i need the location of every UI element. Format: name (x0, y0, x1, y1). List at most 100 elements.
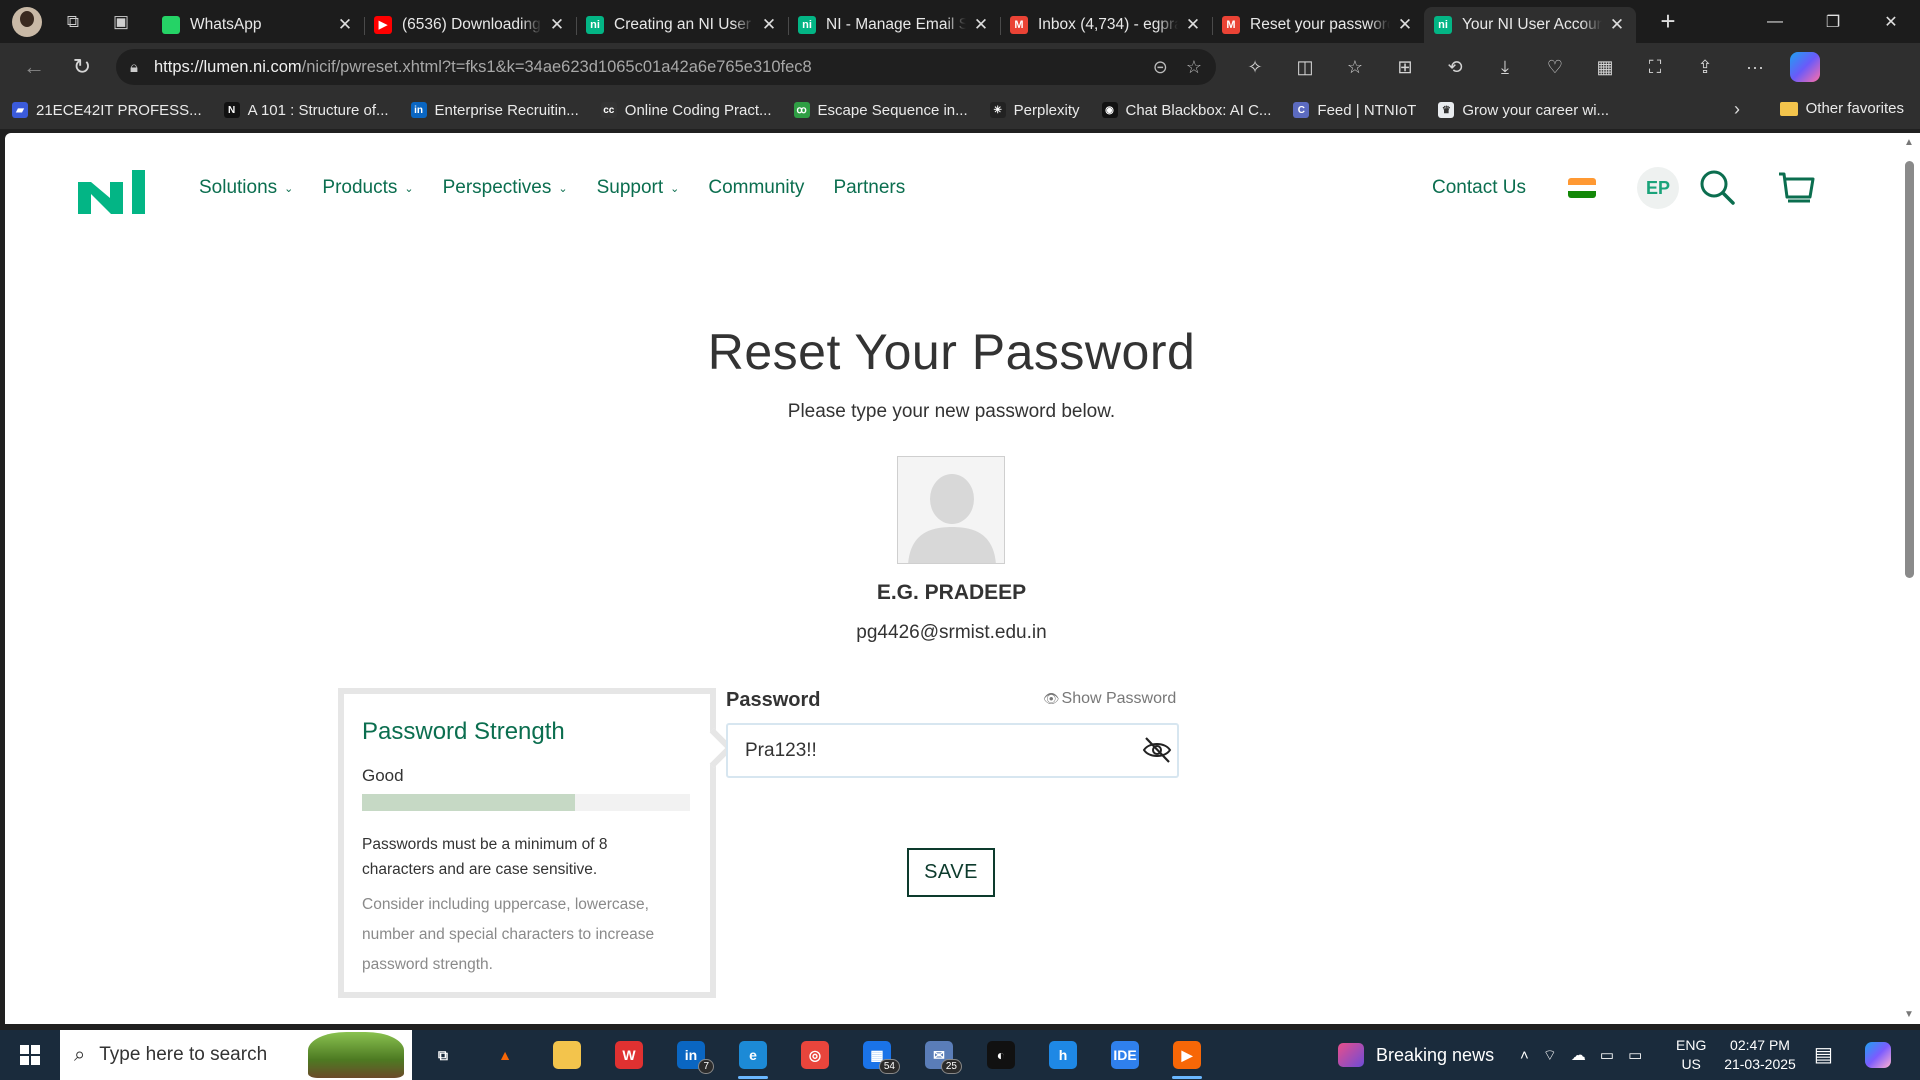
close-window-button[interactable]: ✕ (1862, 0, 1920, 43)
favorite-star-icon[interactable]: ☆ (1186, 57, 1202, 78)
strength-meter-fill (362, 794, 576, 811)
extensions-icon[interactable]: ✧ (1230, 49, 1280, 85)
search-icon[interactable] (1697, 167, 1737, 207)
downloads-icon[interactable]: ⤓ (1480, 49, 1530, 85)
copilot-taskbar-icon[interactable] (1865, 1042, 1891, 1068)
scrollbar-thumb[interactable] (1905, 161, 1914, 578)
scroll-down-arrow-icon[interactable]: ▼ (1904, 1009, 1914, 1020)
taskbar-app[interactable]: e (722, 1030, 784, 1080)
favorite-link[interactable]: ꝏ Escape Sequence in... (793, 102, 968, 119)
hackerrank-icon: h (1049, 1041, 1077, 1069)
taskbar-app[interactable] (536, 1030, 598, 1080)
copilot-icon[interactable] (1790, 52, 1820, 82)
favorite-link[interactable]: ♛ Grow your career wi... (1438, 102, 1609, 119)
account-avatar[interactable]: EP (1637, 167, 1679, 209)
taskbar-app[interactable]: ✉ 25 (908, 1030, 970, 1080)
minimize-button[interactable]: — (1746, 0, 1804, 43)
vertical-tabs-icon[interactable]: ▣ (104, 7, 138, 37)
taskbar-app[interactable]: W (598, 1030, 660, 1080)
taskbar-app[interactable]: in 7 (660, 1030, 722, 1080)
onedrive-icon[interactable]: ☁ (1571, 1046, 1586, 1064)
close-tab-icon[interactable]: ✕ (1184, 15, 1202, 35)
india-flag-icon[interactable] (1568, 178, 1596, 198)
favorite-link[interactable]: C Feed | NTNIoT (1293, 102, 1416, 119)
page-scrollbar[interactable]: ▲ ▼ (1898, 133, 1920, 1024)
taskbar-app[interactable]: ◐ (970, 1030, 1032, 1080)
close-tab-icon[interactable]: ✕ (972, 15, 990, 35)
clock[interactable]: 02:47 PM 21-03-2025 (1718, 1036, 1802, 1074)
nav-item[interactable]: Partners (833, 177, 905, 199)
collections-icon[interactable]: ⊞ (1380, 49, 1430, 85)
taskbar-app[interactable]: ▦ 54 (846, 1030, 908, 1080)
taskbar-app[interactable]: IDE (1094, 1030, 1156, 1080)
chevron-right-icon[interactable]: › (1734, 99, 1740, 120)
favorite-link[interactable]: ◉ Chat Blackbox: AI C... (1101, 102, 1271, 119)
back-button[interactable]: ← (14, 47, 54, 87)
taskbar-search-box[interactable]: ⌕ Type here to search (60, 1030, 412, 1080)
chevron-up-icon[interactable]: ˄ (1520, 1047, 1529, 1064)
battery-icon[interactable]: ▭ (1628, 1046, 1642, 1064)
more-menu-icon[interactable]: ··· (1730, 49, 1780, 85)
browser-tab[interactable]: WhatsApp ✕ (152, 7, 364, 43)
taskbar-app[interactable]: ▲ (474, 1030, 536, 1080)
close-tab-icon[interactable]: ✕ (548, 15, 566, 35)
favorite-link[interactable]: cc Online Coding Pract... (600, 102, 772, 119)
apps-icon[interactable]: ▦ (1580, 49, 1630, 85)
history-icon[interactable]: ⟲ (1430, 49, 1480, 85)
password-input[interactable] (726, 723, 1179, 778)
address-bar[interactable]: 🔒︎ https://lumen.ni.com/nicif/pwreset.xh… (116, 49, 1216, 85)
nav-item[interactable]: Support ⌄ (597, 177, 680, 199)
reload-button[interactable]: ↻ (62, 47, 102, 87)
browser-tab[interactable]: ni NI - Manage Email S ✕ (788, 7, 1000, 43)
workspaces-icon[interactable]: ⧉ (56, 7, 90, 37)
browser-tab[interactable]: ▶ (6536) Downloading ✕ (364, 7, 576, 43)
windows-start-button[interactable] (0, 1030, 60, 1080)
taskbar-app[interactable]: ▶ (1156, 1030, 1218, 1080)
browser-tab[interactable]: ni Your NI User Accoun ✕ (1424, 6, 1636, 43)
cart-icon[interactable] (1776, 167, 1816, 207)
new-tab-button[interactable]: + (1648, 6, 1688, 37)
favorite-link[interactable]: in Enterprise Recruitin... (410, 102, 579, 119)
edge-icon: e (739, 1041, 767, 1069)
nav-item[interactable]: Community (708, 177, 804, 199)
close-tab-icon[interactable]: ✕ (1396, 15, 1414, 35)
wifi-icon[interactable]: ⌔ (1543, 1046, 1557, 1065)
browser-tab[interactable]: ni Creating an NI User A ✕ (576, 7, 788, 43)
split-screen-icon[interactable]: ◫ (1280, 49, 1330, 85)
favorite-link[interactable]: N A 101 : Structure of... (223, 102, 389, 119)
close-tab-icon[interactable]: ✕ (336, 15, 354, 35)
show-password-toggle[interactable]: 👁︎ Show Password (1043, 690, 1176, 708)
taskbar-app[interactable]: ◎ (784, 1030, 846, 1080)
news-widget[interactable]: Breaking news (1338, 1030, 1494, 1080)
contact-us-link[interactable]: Contact Us (1432, 177, 1526, 199)
close-tab-icon[interactable]: ✕ (1608, 15, 1626, 35)
browser-tab[interactable]: M Reset your password ✕ (1212, 7, 1424, 43)
browser-tab[interactable]: M Inbox (4,734) - egpra ✕ (1000, 7, 1212, 43)
save-button[interactable]: SAVE (907, 848, 995, 897)
url-text[interactable]: https://lumen.ni.com/nicif/pwreset.xhtml… (154, 58, 1135, 77)
favorites-icon[interactable]: ☆ (1330, 49, 1380, 85)
close-tab-icon[interactable]: ✕ (760, 15, 778, 35)
lock-icon[interactable]: 🔒︎ (130, 59, 138, 76)
tab-title: WhatsApp (190, 15, 262, 33)
profile-avatar[interactable] (12, 6, 42, 37)
notifications-icon[interactable]: ▤ (1814, 1042, 1833, 1067)
performance-icon[interactable]: ♡ (1530, 49, 1580, 85)
favorite-link[interactable]: ▰ 21ECE42IT PROFESS... (12, 102, 202, 119)
reading-view-icon[interactable]: ⊝ (1153, 57, 1168, 78)
taskbar-app[interactable]: ⧉ (412, 1030, 474, 1080)
other-favorites[interactable]: Other favorites (1779, 100, 1904, 117)
meet-now-icon[interactable]: ▭ (1600, 1046, 1614, 1064)
taskbar-app[interactable]: h (1032, 1030, 1094, 1080)
scroll-up-arrow-icon[interactable]: ▲ (1904, 137, 1914, 148)
screenshot-icon[interactable]: ⛶ (1630, 49, 1680, 85)
nav-item[interactable]: Products ⌄ (322, 177, 413, 199)
ni-logo[interactable] (78, 170, 148, 214)
eye-slash-icon[interactable] (1141, 735, 1173, 765)
language-indicator[interactable]: ENG US (1676, 1036, 1706, 1074)
nav-item[interactable]: Perspectives ⌄ (443, 177, 568, 199)
favorite-link[interactable]: ✳ Perplexity (989, 102, 1080, 119)
nav-item[interactable]: Solutions ⌄ (199, 177, 293, 199)
share-icon[interactable]: ⇪ (1680, 49, 1730, 85)
restore-button[interactable]: ❐ (1804, 0, 1862, 43)
